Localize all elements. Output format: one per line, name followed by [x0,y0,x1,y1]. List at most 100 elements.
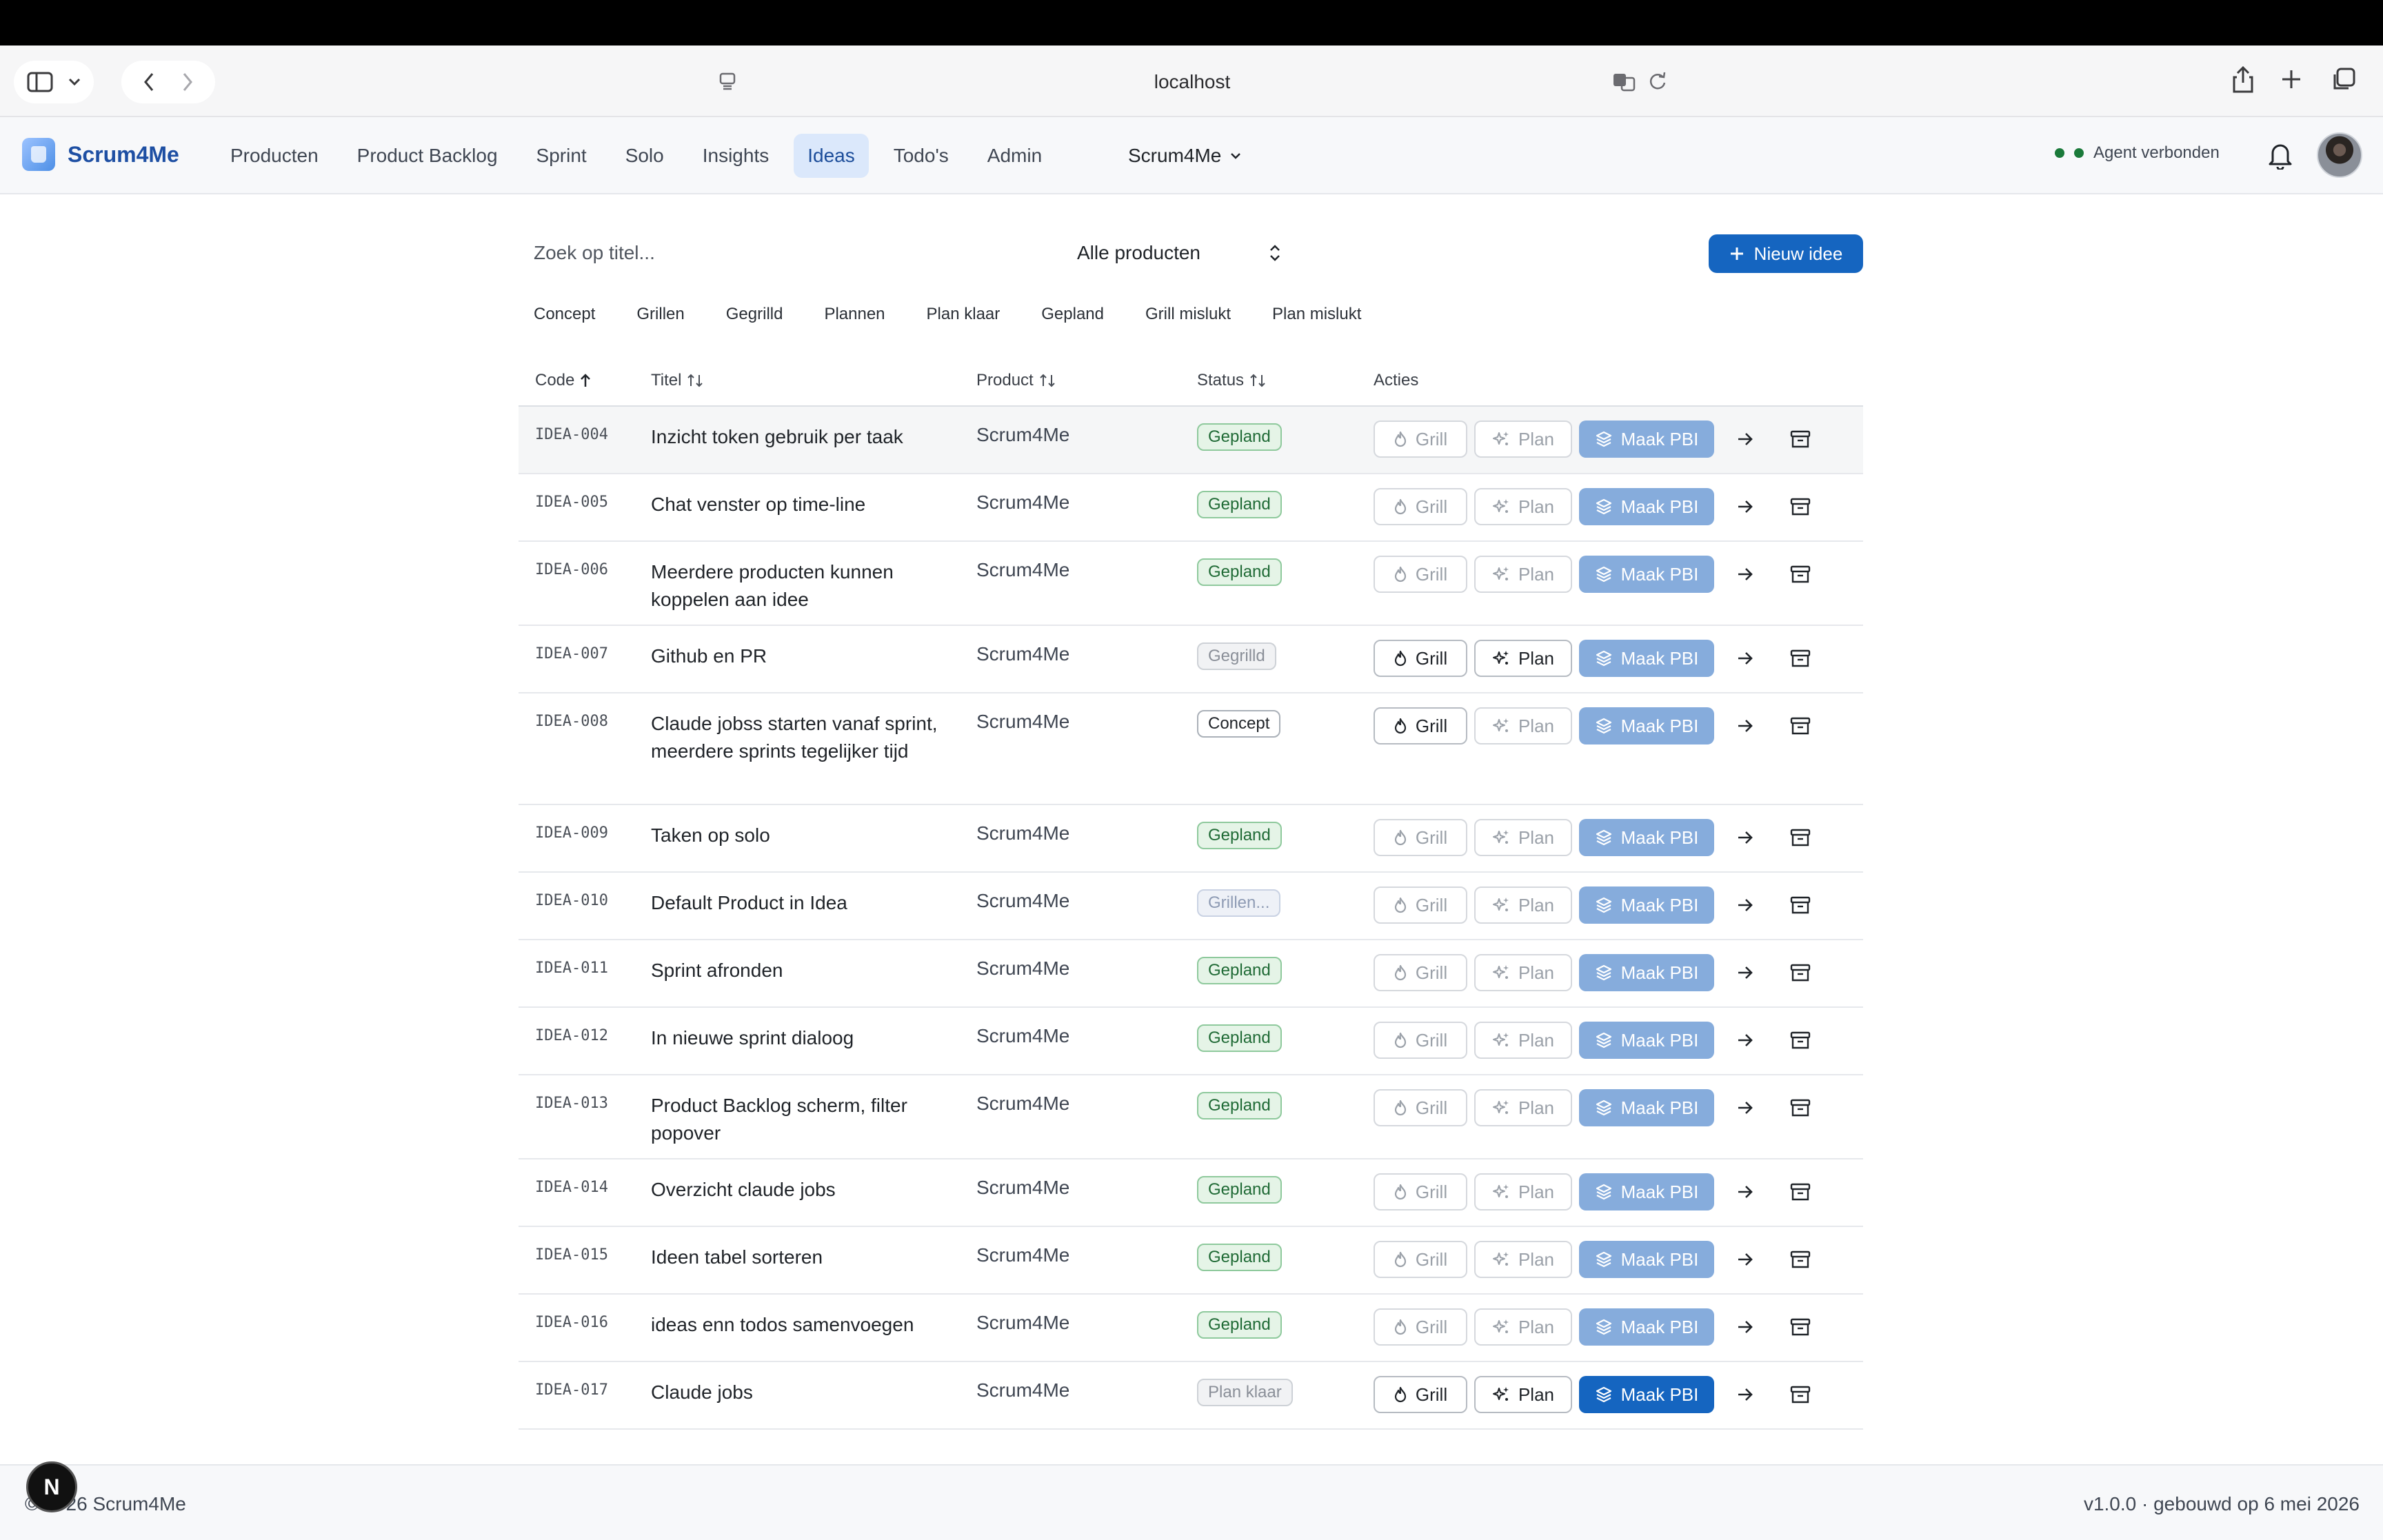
archive-button[interactable] [1776,556,1824,593]
grill-button[interactable]: Grill [1374,1308,1467,1346]
idea-title[interactable]: Taken op solo [651,822,976,849]
nav-product-backlog[interactable]: Product Backlog [343,134,512,178]
nav-admin[interactable]: Admin [974,134,1056,178]
chip-plan-klaar[interactable]: Plan klaar [912,299,1016,330]
plan-button[interactable]: Plan [1474,1308,1572,1346]
nav-todos[interactable]: Todo's [880,134,963,178]
chip-gepland[interactable]: Gepland [1026,299,1119,330]
table-row[interactable]: IDEA-012 In nieuwe sprint dialoog Scrum4Me… [519,1008,1863,1075]
grill-button[interactable]: Grill [1374,1241,1467,1278]
archive-button[interactable] [1776,1376,1824,1413]
open-idea-button[interactable] [1721,488,1769,525]
open-idea-button[interactable] [1721,707,1769,744]
new-idea-button[interactable]: Nieuw idee [1709,234,1863,273]
grill-button[interactable]: Grill [1374,421,1467,458]
plan-button[interactable]: Plan [1474,1241,1572,1278]
table-row[interactable]: IDEA-011 Sprint afronden Scrum4Me Gepland Gr… [519,940,1863,1008]
open-idea-button[interactable] [1721,556,1769,593]
open-idea-button[interactable] [1721,1173,1769,1210]
archive-button[interactable] [1776,1241,1824,1278]
page-menu-icon[interactable] [717,71,738,92]
idea-title[interactable]: Claude jobs [651,1379,976,1406]
archive-button[interactable] [1776,488,1824,525]
archive-button[interactable] [1776,707,1824,744]
open-idea-button[interactable] [1721,954,1769,991]
plan-button[interactable]: Plan [1474,556,1572,593]
open-idea-button[interactable] [1721,1241,1769,1278]
grill-button[interactable]: Grill [1374,886,1467,924]
plan-button[interactable]: Plan [1474,488,1572,525]
chip-gegrilld[interactable]: Gegrilld [711,299,798,330]
idea-title[interactable]: Default Product in Idea [651,889,976,917]
make-pbi-button[interactable]: Maak PBI [1579,1173,1714,1210]
brand[interactable]: Scrum4Me [22,138,179,171]
chip-plan-mislukt[interactable]: Plan mislukt [1257,299,1376,330]
idea-title[interactable]: ideas enn todos samenvoegen [651,1311,976,1339]
chip-grill-mislukt[interactable]: Grill mislukt [1130,299,1246,330]
make-pbi-button[interactable]: Maak PBI [1579,1089,1714,1126]
reload-icon[interactable] [1648,71,1667,92]
back-icon[interactable] [143,72,154,92]
translate-icon[interactable] [1612,71,1637,92]
grill-button[interactable]: Grill [1374,707,1467,744]
archive-button[interactable] [1776,421,1824,458]
make-pbi-button[interactable]: Maak PBI [1579,886,1714,924]
chip-concept[interactable]: Concept [519,299,610,330]
grill-button[interactable]: Grill [1374,1376,1467,1413]
nav-insights[interactable]: Insights [689,134,783,178]
col-title[interactable]: Titel [651,371,976,390]
table-row[interactable]: IDEA-008 Claude jobss starten vanaf sprin… [519,693,1863,805]
idea-title[interactable]: Overzicht claude jobs [651,1176,976,1204]
make-pbi-button[interactable]: Maak PBI [1579,1376,1714,1413]
make-pbi-button[interactable]: Maak PBI [1579,640,1714,677]
open-idea-button[interactable] [1721,1022,1769,1059]
idea-title[interactable]: Product Backlog scherm, filter popover [651,1092,976,1147]
archive-button[interactable] [1776,954,1824,991]
bell-icon[interactable] [2267,141,2293,170]
table-row[interactable]: IDEA-010 Default Product in Idea Scrum4Me G… [519,873,1863,940]
product-filter-select[interactable]: Alle producten [1062,229,1296,277]
plan-button[interactable]: Plan [1474,421,1572,458]
col-code[interactable]: Code [519,371,651,390]
col-status[interactable]: Status [1197,371,1374,390]
make-pbi-button[interactable]: Maak PBI [1579,707,1714,744]
plan-button[interactable]: Plan [1474,707,1572,744]
idea-title[interactable]: In nieuwe sprint dialoog [651,1024,976,1052]
open-idea-button[interactable] [1721,1308,1769,1346]
archive-button[interactable] [1776,640,1824,677]
search-input[interactable]: Zoek op titel... [519,229,891,277]
table-row[interactable]: IDEA-007 Github en PR Scrum4Me Gegrilld Gril… [519,626,1863,693]
make-pbi-button[interactable]: Maak PBI [1579,421,1714,458]
plan-button[interactable]: Plan [1474,640,1572,677]
grill-button[interactable]: Grill [1374,488,1467,525]
plan-button[interactable]: Plan [1474,954,1572,991]
table-row[interactable]: IDEA-017 Claude jobs Scrum4Me Plan klaar Gri… [519,1362,1863,1430]
share-icon[interactable] [2231,66,2255,94]
product-switcher[interactable]: Scrum4Me [1128,134,1242,178]
make-pbi-button[interactable]: Maak PBI [1579,1308,1714,1346]
new-tab-icon[interactable] [2281,69,2302,90]
archive-button[interactable] [1776,819,1824,856]
grill-button[interactable]: Grill [1374,556,1467,593]
plan-button[interactable]: Plan [1474,886,1572,924]
chip-plannen[interactable]: Plannen [809,299,900,330]
idea-title[interactable]: Chat venster op time-line [651,491,976,518]
nav-solo[interactable]: Solo [612,134,678,178]
table-row[interactable]: IDEA-013 Product Backlog scherm, filter p… [519,1075,1863,1159]
grill-button[interactable]: Grill [1374,1022,1467,1059]
idea-title[interactable]: Github en PR [651,642,976,670]
sidebar-toggle-button[interactable] [14,61,94,103]
plan-button[interactable]: Plan [1474,1089,1572,1126]
table-row[interactable]: IDEA-016 ideas enn todos samenvoegen Scrum… [519,1295,1863,1362]
table-row[interactable]: IDEA-014 Overzicht claude jobs Scrum4Me Gep… [519,1159,1863,1227]
grill-button[interactable]: Grill [1374,954,1467,991]
plan-button[interactable]: Plan [1474,819,1572,856]
nav-ideas[interactable]: Ideas [794,134,869,178]
table-row[interactable]: IDEA-006 Meerdere producten kunnen koppel… [519,542,1863,626]
make-pbi-button[interactable]: Maak PBI [1579,488,1714,525]
idea-title[interactable]: Meerdere producten kunnen koppelen aan i… [651,558,976,614]
make-pbi-button[interactable]: Maak PBI [1579,1241,1714,1278]
archive-button[interactable] [1776,1308,1824,1346]
archive-button[interactable] [1776,886,1824,924]
make-pbi-button[interactable]: Maak PBI [1579,1022,1714,1059]
